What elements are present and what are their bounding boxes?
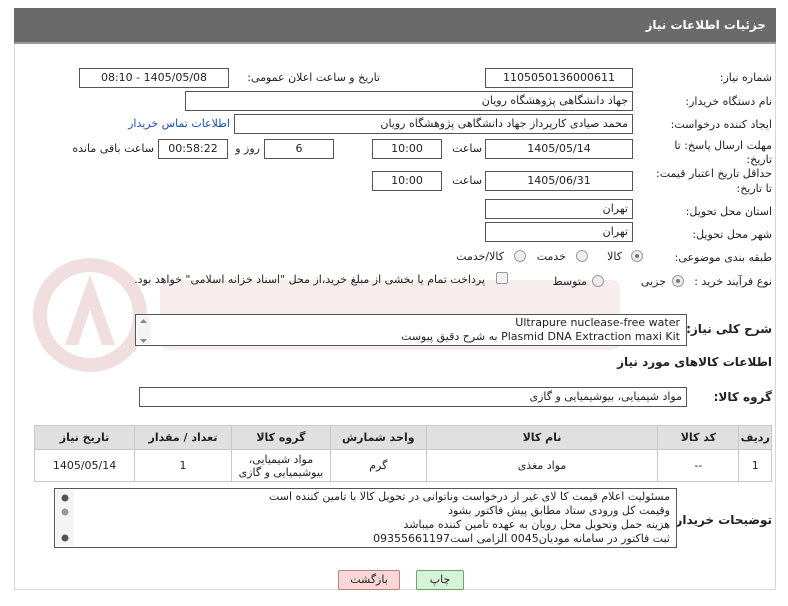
col-code: کد کالا: [657, 425, 740, 450]
reply-date-field: 1405/05/14: [485, 139, 633, 159]
reply-hour-label: ساعت: [452, 142, 482, 155]
category-goods-service-label: کالا/خدمت: [456, 250, 504, 263]
process-partial-radio[interactable]: [672, 275, 684, 287]
col-date: تاریخ نیاز: [33, 425, 136, 450]
validity-label: حداقل تاریخ اعتبار قیمت:: [656, 167, 772, 180]
validity-time-field: 10:00: [372, 171, 442, 191]
table-row[interactable]: 1 -- مواد مغذی گرم مواد شیمیایی، بیوشیمی…: [33, 449, 772, 482]
buyer-notes-label: توضیحات خریدار:: [670, 513, 772, 527]
notes-line: مسئولیت اعلام قیمت کا لای غیر از درخواست…: [268, 490, 670, 503]
validity-hour-label: ساعت: [452, 174, 482, 187]
cell-code: --: [657, 449, 740, 482]
description-line: Plasmid DNA Extraction maxi Kit به شرح د…: [401, 330, 680, 343]
description-line: Ultrapure nuclease-free water: [515, 316, 680, 329]
validity-date-field: 1405/06/31: [485, 171, 633, 191]
process-medium-radio[interactable]: [592, 275, 604, 287]
print-button[interactable]: چاپ: [416, 570, 464, 590]
category-service-radio[interactable]: [576, 250, 588, 262]
remaining-time-label: ساعت باقی مانده: [72, 142, 154, 155]
cell-date: 1405/05/14: [33, 449, 136, 482]
category-label: طبقه بندی موضوعی:: [674, 251, 772, 264]
category-goods-radio[interactable]: [631, 250, 643, 262]
reply-deadline-label-2: تاریخ:: [746, 153, 772, 166]
notes-line: ثبت فاکتور در سامانه مودیان0045 الزامی ا…: [373, 532, 670, 545]
cell-group: مواد شیمیایی، بیوشیمیایی و گازی: [230, 449, 331, 482]
goods-table: ردیف کد کالا نام کالا واحد شمارش گروه کا…: [33, 425, 772, 482]
col-unit: واحد شمارش: [329, 425, 427, 450]
announce-label: تاریخ و ساعت اعلان عمومی:: [247, 71, 380, 84]
cell-unit: گرم: [329, 449, 427, 482]
days-field: 6: [264, 139, 334, 159]
city-field: تهران: [485, 222, 633, 242]
buyer-field: جهاد دانشگاهی پژوهشگاه رویان: [185, 91, 633, 111]
goods-group-field: مواد شیمیایی، بیوشیمیایی و گازی: [139, 387, 687, 407]
category-goods-label: کالا: [607, 250, 622, 263]
buyer-notes-textarea[interactable]: مسئولیت اعلام قیمت کا لای غیر از درخواست…: [54, 488, 677, 548]
reply-time-field: 10:00: [372, 139, 442, 159]
page-title: جزئیات اطلاعات نیاز: [14, 8, 776, 44]
col-row: ردیف: [738, 425, 772, 450]
creator-label: ایجاد کننده درخواست:: [670, 118, 772, 131]
reply-deadline-label: مهلت ارسال پاسخ: تا: [674, 139, 772, 152]
col-qty: تعداد / مقدار: [134, 425, 232, 450]
process-label: نوع فرآیند خرید :: [694, 275, 772, 288]
city-label: شهر محل تحویل:: [692, 228, 772, 241]
province-field: تهران: [485, 199, 633, 219]
validity-label-2: تا تاریخ:: [736, 182, 772, 195]
notes-line: هزینه حمل وتحویل محل رویان به عهده تامین…: [403, 518, 670, 531]
need-number-label: شماره نیاز:: [719, 71, 772, 84]
notes-scrollbar[interactable]: [56, 490, 74, 546]
treasury-payment-checkbox[interactable]: [496, 272, 508, 284]
category-goods-service-radio[interactable]: [514, 250, 526, 262]
treasury-payment-note: پرداخت تمام یا بخشی از مبلغ خرید،از محل …: [134, 273, 485, 286]
description-label: شرح کلی نیاز:: [686, 322, 772, 336]
province-label: استان محل تحویل:: [685, 205, 772, 218]
goods-group-label: گروه کالا:: [713, 390, 772, 404]
notes-line: وقیمت کل ورودی ستاد مطابق پیش فاکتور بشو…: [448, 504, 670, 517]
remaining-time-field: 00:58:22: [158, 139, 228, 159]
description-textarea[interactable]: Ultrapure nuclease-free water Plasmid DN…: [135, 314, 687, 346]
process-medium-label: متوسط: [552, 275, 587, 288]
goods-table-header: ردیف کد کالا نام کالا واحد شمارش گروه کا…: [33, 425, 772, 450]
need-number-field: 1105050136000611: [485, 68, 633, 88]
cell-group-line: بیوشیمیایی و گازی: [238, 465, 324, 479]
col-group: گروه کالا: [230, 425, 331, 450]
cell-row: 1: [738, 449, 772, 482]
creator-field: محمد صیادی کارپرداز جهاد دانشگاهی پژوهشگ…: [234, 114, 633, 134]
cell-name: مواد مغذی: [425, 449, 659, 482]
announce-field: 1405/05/08 - 08:10: [79, 68, 229, 88]
col-name: نام کالا: [425, 425, 659, 450]
cell-group-line: مواد شیمیایی،: [248, 452, 314, 466]
buyer-label: نام دستگاه خریدار:: [685, 95, 772, 108]
back-button[interactable]: بازگشت: [338, 570, 400, 590]
category-service-label: خدمت: [536, 250, 566, 263]
buyer-contact-link[interactable]: اطلاعات تماس خریدار: [128, 117, 230, 130]
goods-section-title: اطلاعات کالاهای مورد نیاز: [617, 355, 772, 369]
cell-qty: 1: [134, 449, 232, 482]
process-partial-label: جزیی: [640, 275, 666, 288]
days-label: روز و: [235, 142, 260, 155]
description-scrollbar[interactable]: [137, 316, 150, 344]
